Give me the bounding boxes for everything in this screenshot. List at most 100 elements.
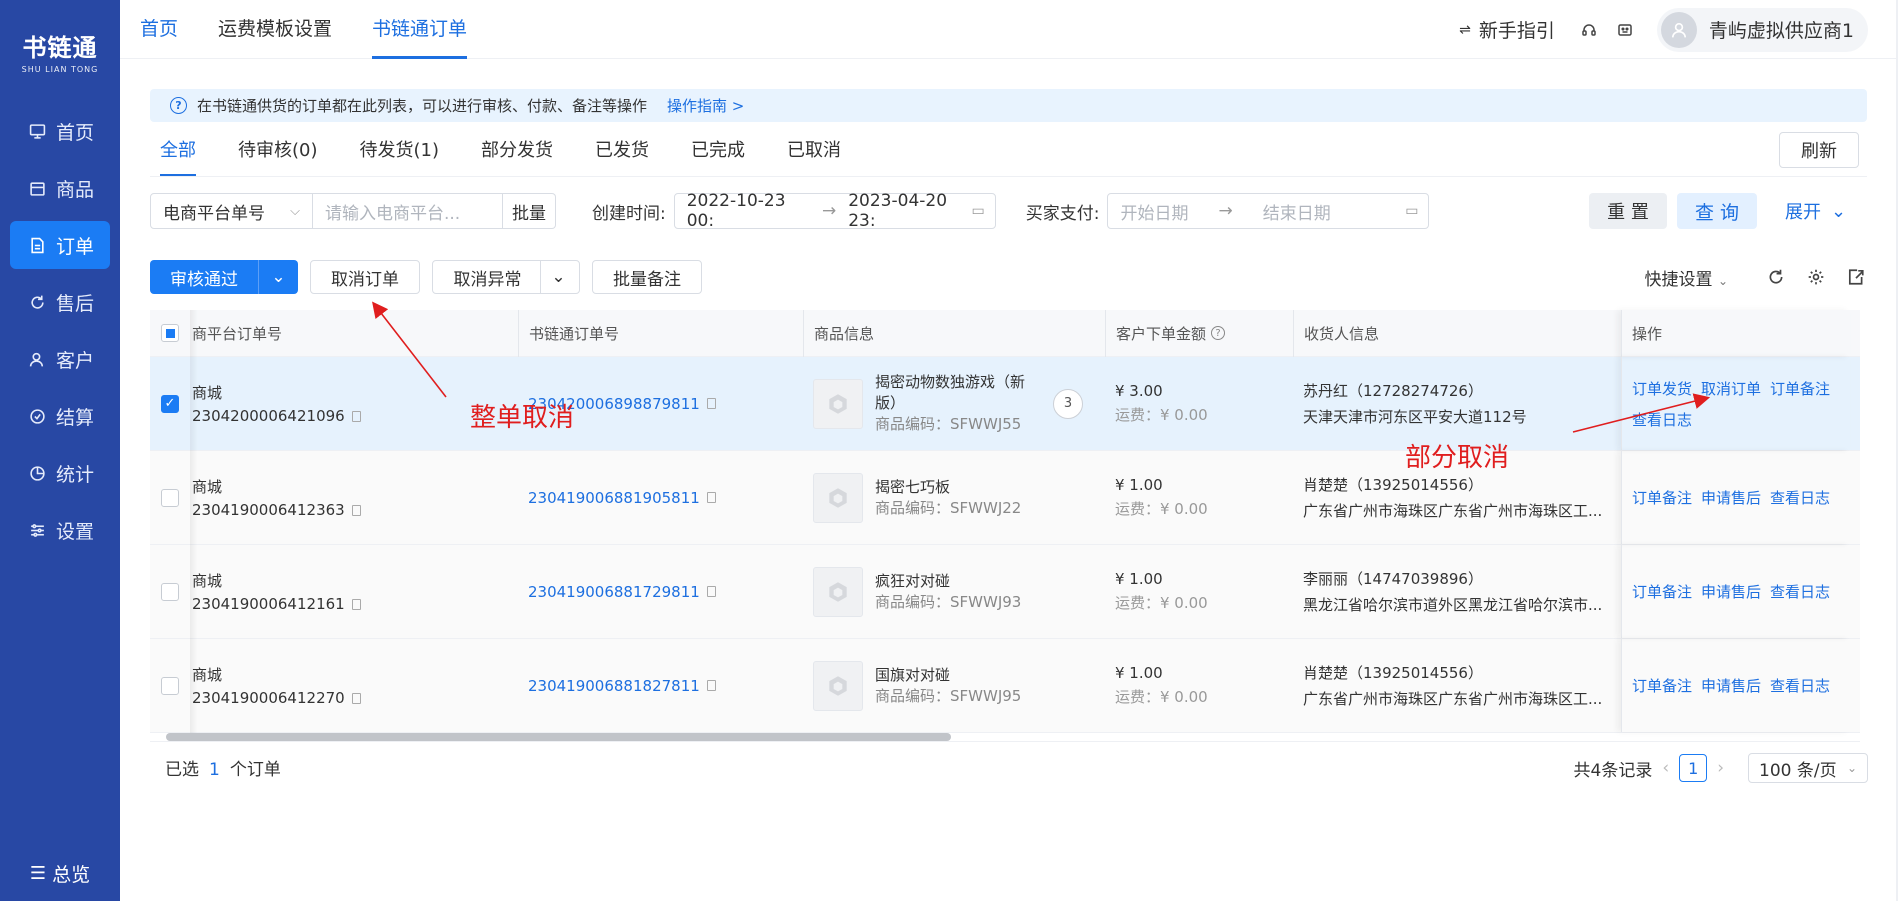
sidebar-item-settings[interactable]: 设置 [10,506,110,554]
order-no-input[interactable]: 请输入电商平台... [313,193,503,229]
view-log-link[interactable]: 查看日志 [1632,409,1692,430]
sidebar-item-orders[interactable]: 订单 [10,221,110,269]
tab-partial-ship[interactable]: 部分发货 [481,137,553,177]
tab-all[interactable]: 全部 [160,137,196,177]
order-no-type-select[interactable]: 电商平台单号 ⌵ [150,193,313,229]
quick-settings[interactable]: 快捷设置 ⌄ [1645,265,1728,290]
order-amount: ¥ 3.00 [1115,382,1163,400]
sidebar-item-settlement[interactable]: 结算 [10,392,110,440]
copy-icon[interactable] [706,398,716,409]
row-checkbox[interactable] [161,676,179,695]
prev-page-icon[interactable]: ‹ [1662,758,1669,778]
order-note-link[interactable]: 订单备注 [1632,581,1692,602]
guide-link[interactable]: ⇌ 新手指引 [1459,16,1555,43]
order-note-link[interactable]: 订单备注 [1632,675,1692,696]
apply-aftersale-link[interactable]: 申请售后 [1701,487,1761,508]
refresh-button[interactable]: 刷新 [1779,132,1859,168]
slt-order-link[interactable]: 230419006881827811 [528,677,700,695]
sidebar-item-home[interactable]: 首页 [10,107,110,155]
headset-icon[interactable] [1579,20,1599,40]
goods-info: 疯狂对对碰 商品编码：SFWWJ93 [875,571,1021,613]
batch-input-button[interactable]: 批量 [503,193,556,229]
receiver-cell: 李丽丽（14747039896） 黑龙江省哈尔滨市道外区黑龙江省哈尔滨市... [1293,545,1621,638]
ship-order-link[interactable]: 订单发货 [1632,378,1692,399]
expand-button[interactable]: 展开 ⌄ [1785,193,1846,229]
row-checkbox[interactable] [161,488,179,507]
banner-text: 在书链通供货的订单都在此列表，可以进行审核、付款、备注等操作 [197,97,648,115]
sidebar-item-label: 统计 [56,463,95,486]
cancel-abnormal-button[interactable]: 取消异常 [436,261,541,293]
platform-name: 商城 [192,666,223,684]
row-check-cell [150,545,190,638]
export-icon[interactable] [1846,267,1866,287]
tab-home[interactable]: 首页 [140,0,178,59]
next-page-icon[interactable]: › [1717,758,1724,778]
tab-slt-orders[interactable]: 书链通订单 [372,0,468,59]
scrollbar-thumb[interactable] [166,733,951,741]
reload-icon[interactable] [1766,267,1786,287]
sidebar-item-aftersale[interactable]: 售后 [10,278,110,326]
page-1[interactable]: 1 [1679,754,1708,782]
tab-cancelled[interactable]: 已取消 [787,137,841,177]
expand-label: 展开 [1785,202,1821,223]
sidebar-item-label: 订单 [56,235,95,258]
sidebar-item-goods[interactable]: 商品 [10,164,110,212]
slt-order-link[interactable]: 230419006881729811 [528,583,700,601]
view-log-link[interactable]: 查看日志 [1770,581,1830,602]
copy-icon[interactable] [706,586,716,597]
sidebar-item-stats[interactable]: 统计 [10,449,110,497]
overview-button[interactable]: ☰ 总览 [0,853,120,893]
info-icon[interactable]: ? [1211,326,1226,340]
approve-button[interactable]: 审核通过 [150,260,259,294]
reset-button[interactable]: 重 置 [1589,193,1667,229]
user-menu[interactable]: 青屿虚拟供应商1 [1656,7,1868,52]
table-row: 商城 2304190006412161 230419006881729811 疯… [150,545,1860,639]
cancel-order-button[interactable]: 取消订单 [310,260,420,294]
query-button[interactable]: 查 询 [1677,193,1757,229]
settle-icon [28,407,46,425]
select-all-checkbox[interactable] [161,324,179,342]
product-thumbnail [813,566,863,617]
copy-icon[interactable] [706,492,716,503]
refresh-icon [28,293,46,311]
tab-completed[interactable]: 已完成 [691,137,745,177]
cancel-order-link[interactable]: 取消订单 [1701,378,1761,399]
row-checkbox[interactable]: ✓ [161,394,179,413]
sidebar-item-customers[interactable]: 客户 [10,335,110,383]
batch-note-button[interactable]: 批量备注 [592,260,702,294]
tab-pending-ship[interactable]: 待发货(1) [360,137,440,177]
receiver-name: 肖楚楚（13925014556） [1303,664,1483,682]
tab-shipping-template[interactable]: 运费模板设置 [218,0,332,59]
horizontal-scrollbar[interactable] [150,730,1860,742]
approve-dropdown[interactable]: ⌄ [259,260,298,294]
guide-doc-link[interactable]: 操作指南 > [667,95,744,116]
order-note-link[interactable]: 订单备注 [1632,487,1692,508]
copy-icon[interactable] [351,693,361,704]
copy-icon[interactable] [351,599,361,610]
page-size-select[interactable]: 100 条/页 ⌄ [1748,753,1868,783]
apply-aftersale-link[interactable]: 申请售后 [1701,581,1761,602]
apply-aftersale-link[interactable]: 申请售后 [1701,675,1761,696]
tab-pending-review[interactable]: 待审核(0) [238,137,318,177]
view-log-link[interactable]: 查看日志 [1770,487,1830,508]
paid-time-range[interactable]: 开始日期 → 结束日期 ▭ [1107,193,1430,229]
view-log-link[interactable]: 查看日志 [1770,675,1830,696]
paid-from: 开始日期 [1120,203,1189,224]
cancel-abnormal-dropdown[interactable]: ⌄ [541,261,577,293]
row-checkbox[interactable] [161,582,179,601]
operations: 订单发货 取消订单 订单备注 查看日志 [1632,378,1848,430]
header-right: ⇌ 新手指引 青屿虚拟供应商1 [1459,0,1868,59]
slt-order-link[interactable]: 230419006881905811 [528,489,700,507]
robot-icon[interactable] [1615,20,1635,40]
sidebar: 书链通 SHU LIAN TONG 首页 商品 订单 售后 客户 结算 统计 设… [0,0,120,901]
sidebar-item-label: 客户 [56,349,95,372]
gear-icon[interactable] [1806,267,1826,287]
document-icon [28,236,46,254]
copy-icon[interactable] [351,505,361,516]
order-note-link[interactable]: 订单备注 [1770,378,1830,399]
username: 青屿虚拟供应商1 [1708,20,1854,42]
created-time-range[interactable]: 2022-10-23 00: → 2023-04-20 23: ▭ [673,191,996,231]
copy-icon[interactable] [706,680,716,691]
tab-shipped[interactable]: 已发货 [595,137,649,177]
copy-icon[interactable] [351,411,361,422]
